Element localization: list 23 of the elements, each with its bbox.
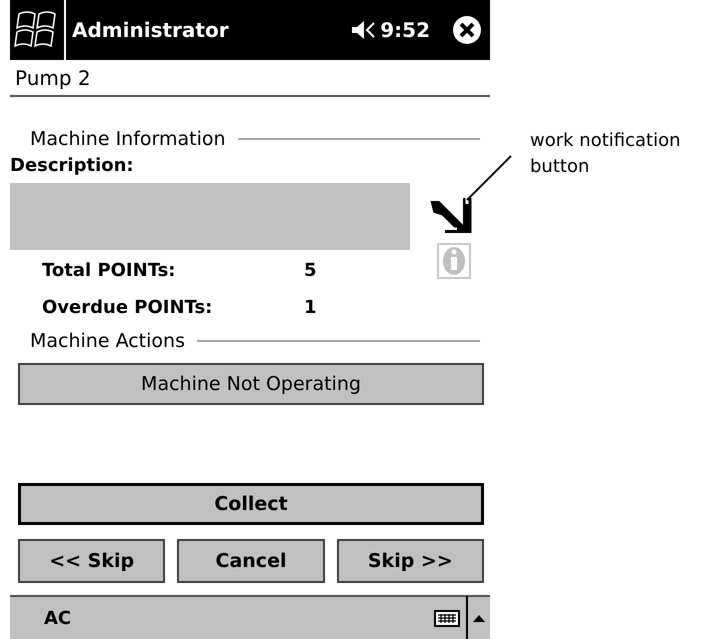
clock-time: 9:52 (380, 17, 430, 44)
stat-value: 1 (304, 296, 317, 320)
caret-up-icon[interactable] (472, 613, 486, 623)
section-heading: Machine Information (30, 127, 226, 152)
section-heading: Machine Actions (30, 328, 185, 354)
collect-button[interactable]: Collect (18, 483, 484, 525)
nav-button[interactable]: Cancel (177, 539, 325, 583)
leader-line (466, 155, 512, 201)
stat-label: Total POINTs: (42, 258, 176, 282)
speaker-icon[interactable] (350, 19, 376, 41)
page-title: Pump 2 (15, 64, 91, 92)
stat-value: 5 (304, 258, 317, 282)
nav-button[interactable]: Skip >> (336, 539, 484, 583)
field-label: Description: (10, 154, 134, 178)
machine-not-operating-button[interactable]: Machine Not Operating (18, 363, 484, 405)
stat-label: Overdue POINTs: (42, 296, 214, 320)
annotation-text: work notification button (530, 129, 682, 179)
description-field[interactable] (10, 182, 410, 250)
window-title: Administrator (72, 17, 229, 44)
keyboard-icon[interactable] (434, 608, 460, 628)
nav-button[interactable]: << Skip (18, 539, 166, 583)
input-mode-label: AC (44, 606, 72, 630)
close-icon[interactable] (452, 15, 482, 45)
